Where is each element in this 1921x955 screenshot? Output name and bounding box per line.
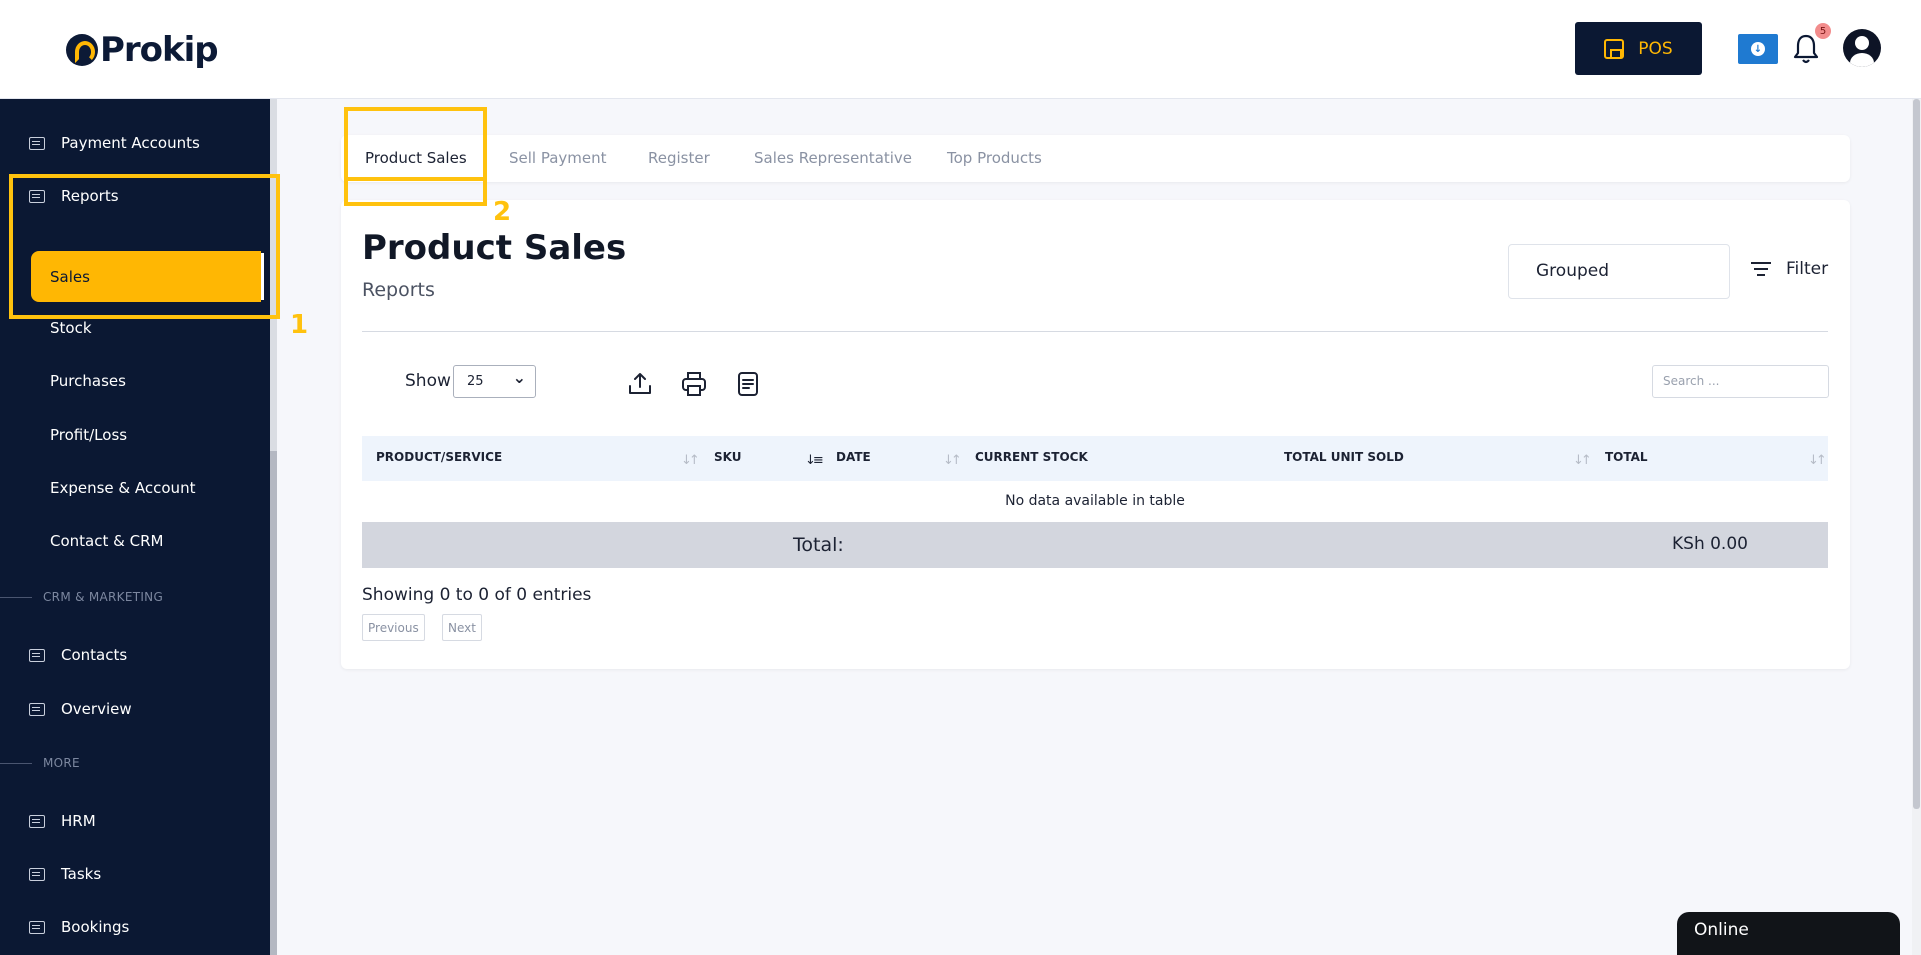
prokip-logo-icon — [66, 34, 98, 66]
bell-icon[interactable] — [1793, 32, 1819, 66]
sidebar-subitem-contact-crm[interactable]: Contact & CRM — [50, 532, 163, 550]
tab-top-products[interactable]: Top Products — [947, 149, 1042, 167]
sort-icon[interactable]: ↓↑ — [943, 453, 962, 468]
entries-info: Showing 0 to 0 of 0 entries — [362, 585, 592, 605]
download-button[interactable]: ↓ — [1738, 34, 1778, 64]
sidebar-item-label: Overview — [61, 700, 132, 718]
show-label: Show — [405, 371, 451, 391]
report-tabs: Product Sales Sell Payment Register Sale… — [341, 135, 1850, 182]
prokip-logo[interactable]: Prokip — [66, 30, 219, 70]
filter-label: Filter — [1786, 259, 1829, 279]
filter-icon — [1751, 261, 1771, 277]
pos-label: POS — [1638, 38, 1673, 59]
tab-sales-representative[interactable]: Sales Representative — [754, 149, 912, 167]
page-subtitle: Reports — [362, 279, 435, 301]
column-current-stock[interactable]: CURRENT STOCK — [975, 450, 1088, 464]
sort-icon[interactable]: ↓≡ — [805, 453, 824, 468]
header-divider — [362, 331, 1828, 332]
sidebar-item-label: Payment Accounts — [61, 134, 200, 152]
footer-total-label: Total: — [793, 534, 844, 556]
logo-text: Prokip — [100, 30, 219, 70]
document-icon[interactable] — [735, 371, 761, 397]
column-total[interactable]: TOTAL — [1605, 450, 1648, 464]
annotation-number-2: 2 — [493, 197, 512, 227]
table-header: PRODUCT/SERVICE ↓↑ SKU ↓≡ DATE ↓↑ CURREN… — [362, 436, 1828, 481]
sidebar-subitem-purchases[interactable]: Purchases — [50, 372, 126, 390]
sidebar-item-label: Bookings — [61, 918, 130, 936]
user-avatar[interactable] — [1843, 29, 1881, 67]
id-card-icon — [29, 814, 45, 828]
main-scrollbar[interactable] — [1912, 99, 1921, 955]
footer-total-value: KSh 0.00 — [1672, 534, 1748, 554]
pos-button[interactable]: POS — [1575, 22, 1702, 75]
top-header: Prokip POS ↓ 5 — [0, 0, 1921, 99]
page-title: Product Sales — [362, 228, 627, 268]
sort-icon[interactable]: ↓↑ — [681, 453, 700, 468]
tasks-icon — [29, 867, 45, 881]
annotation-box-1 — [9, 174, 280, 319]
section-label: MORE — [43, 756, 80, 770]
tab-sell-payment[interactable]: Sell Payment — [509, 149, 607, 167]
sidebar-item-overview[interactable]: Overview — [0, 699, 270, 719]
sidebar-item-label: Contacts — [61, 646, 128, 664]
annotation-box-2-divider — [344, 177, 487, 181]
sort-icon[interactable]: ↓↑ — [1808, 453, 1827, 468]
sidebar-item-label: Tasks — [61, 865, 102, 883]
empty-table-message: No data available in table — [1005, 493, 1185, 509]
section-divider — [0, 596, 32, 598]
column-product-service[interactable]: PRODUCT/SERVICE — [376, 450, 502, 464]
sidebar-item-bookings[interactable]: Bookings — [0, 917, 270, 937]
column-date[interactable]: DATE — [836, 450, 871, 464]
column-sku[interactable]: SKU — [714, 450, 741, 464]
sort-icon[interactable]: ↓↑ — [1573, 453, 1592, 468]
download-icon: ↓ — [1751, 42, 1765, 56]
print-icon[interactable] — [681, 371, 707, 397]
sidebar-item-payment-accounts[interactable]: Payment Accounts — [0, 133, 270, 153]
sidebar-subitem-stock[interactable]: Stock — [50, 319, 92, 337]
search-input[interactable]: Search ... — [1652, 365, 1829, 398]
sidebar-section-more: MORE — [0, 756, 80, 770]
next-page-button[interactable]: Next — [442, 614, 482, 641]
online-status[interactable]: Online — [1677, 912, 1900, 955]
sidebar-item-contacts[interactable]: Contacts — [0, 645, 270, 665]
sidebar-section-crm: CRM & MARKETING — [0, 590, 163, 604]
contacts-icon — [29, 648, 45, 662]
sidebar-subitem-profit-loss[interactable]: Profit/Loss — [50, 426, 127, 444]
wallet-icon — [29, 136, 45, 150]
column-total-unit-sold[interactable]: TOTAL UNIT SOLD — [1284, 450, 1404, 464]
product-sales-card: Product Sales Reports Grouped Filter Sho… — [341, 200, 1850, 669]
id-card-icon — [29, 702, 45, 716]
annotation-box-2 — [344, 107, 487, 206]
page-size-select[interactable]: 25 — [453, 365, 536, 398]
export-icon[interactable] — [627, 371, 653, 397]
annotation-number-1: 1 — [290, 310, 309, 340]
sidebar-item-label: HRM — [61, 812, 96, 830]
store-icon — [1604, 38, 1625, 59]
tab-register[interactable]: Register — [648, 149, 710, 167]
notification-badge: 5 — [1815, 23, 1831, 39]
sidebar-item-tasks[interactable]: Tasks — [0, 864, 270, 884]
calendar-icon — [29, 920, 45, 934]
section-divider — [0, 762, 32, 764]
section-label: CRM & MARKETING — [43, 590, 164, 604]
filter-button[interactable]: Filter — [1751, 259, 1828, 279]
table-footer: Total: KSh 0.00 — [362, 522, 1828, 568]
previous-page-button[interactable]: Previous — [362, 614, 425, 641]
sidebar-item-hrm[interactable]: HRM — [0, 811, 270, 831]
sidebar-subitem-expense-account[interactable]: Expense & Account — [50, 479, 195, 497]
group-select[interactable]: Grouped — [1508, 244, 1730, 299]
